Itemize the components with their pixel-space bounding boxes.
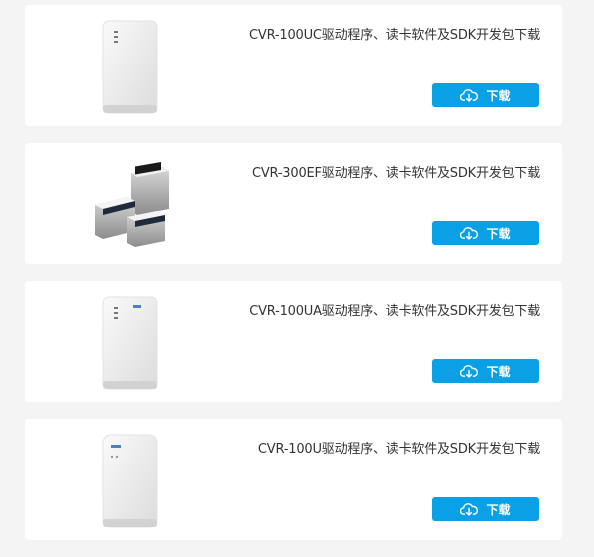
product-card: CVR-300EF驱动程序、读卡软件及SDK开发包下载 下载 [25,143,562,264]
download-list: CVR-100UC驱动程序、读卡软件及SDK开发包下载 下载 CVR-300EF… [25,5,562,557]
cloud-download-icon [460,365,479,378]
product-title: CVR-100UC驱动程序、读卡软件及SDK开发包下载 [249,28,540,43]
cloud-download-icon [460,89,479,102]
download-button[interactable]: 下载 [432,497,539,521]
download-button-label: 下载 [486,502,511,517]
download-button-label: 下载 [486,226,511,241]
download-button[interactable]: 下载 [432,359,539,383]
product-card: CVR-100UA驱动程序、读卡软件及SDK开发包下载 下载 [25,281,562,402]
download-button[interactable]: 下载 [432,83,539,107]
download-button-label: 下载 [486,364,511,379]
product-card: CVR-100U驱动程序、读卡软件及SDK开发包下载 下载 [25,419,562,540]
cloud-download-icon [460,503,479,516]
product-image [87,293,187,393]
product-image [87,155,187,255]
download-button[interactable]: 下载 [432,221,539,245]
product-image [87,431,187,531]
cloud-download-icon [460,227,479,240]
product-title: CVR-100UA驱动程序、读卡软件及SDK开发包下载 [249,304,540,319]
product-title: CVR-300EF驱动程序、读卡软件及SDK开发包下载 [251,166,540,181]
product-image [87,17,187,117]
product-title: CVR-100U驱动程序、读卡软件及SDK开发包下载 [257,442,540,457]
download-button-label: 下载 [486,88,511,103]
product-card: CVR-100UC驱动程序、读卡软件及SDK开发包下载 下载 [25,5,562,126]
